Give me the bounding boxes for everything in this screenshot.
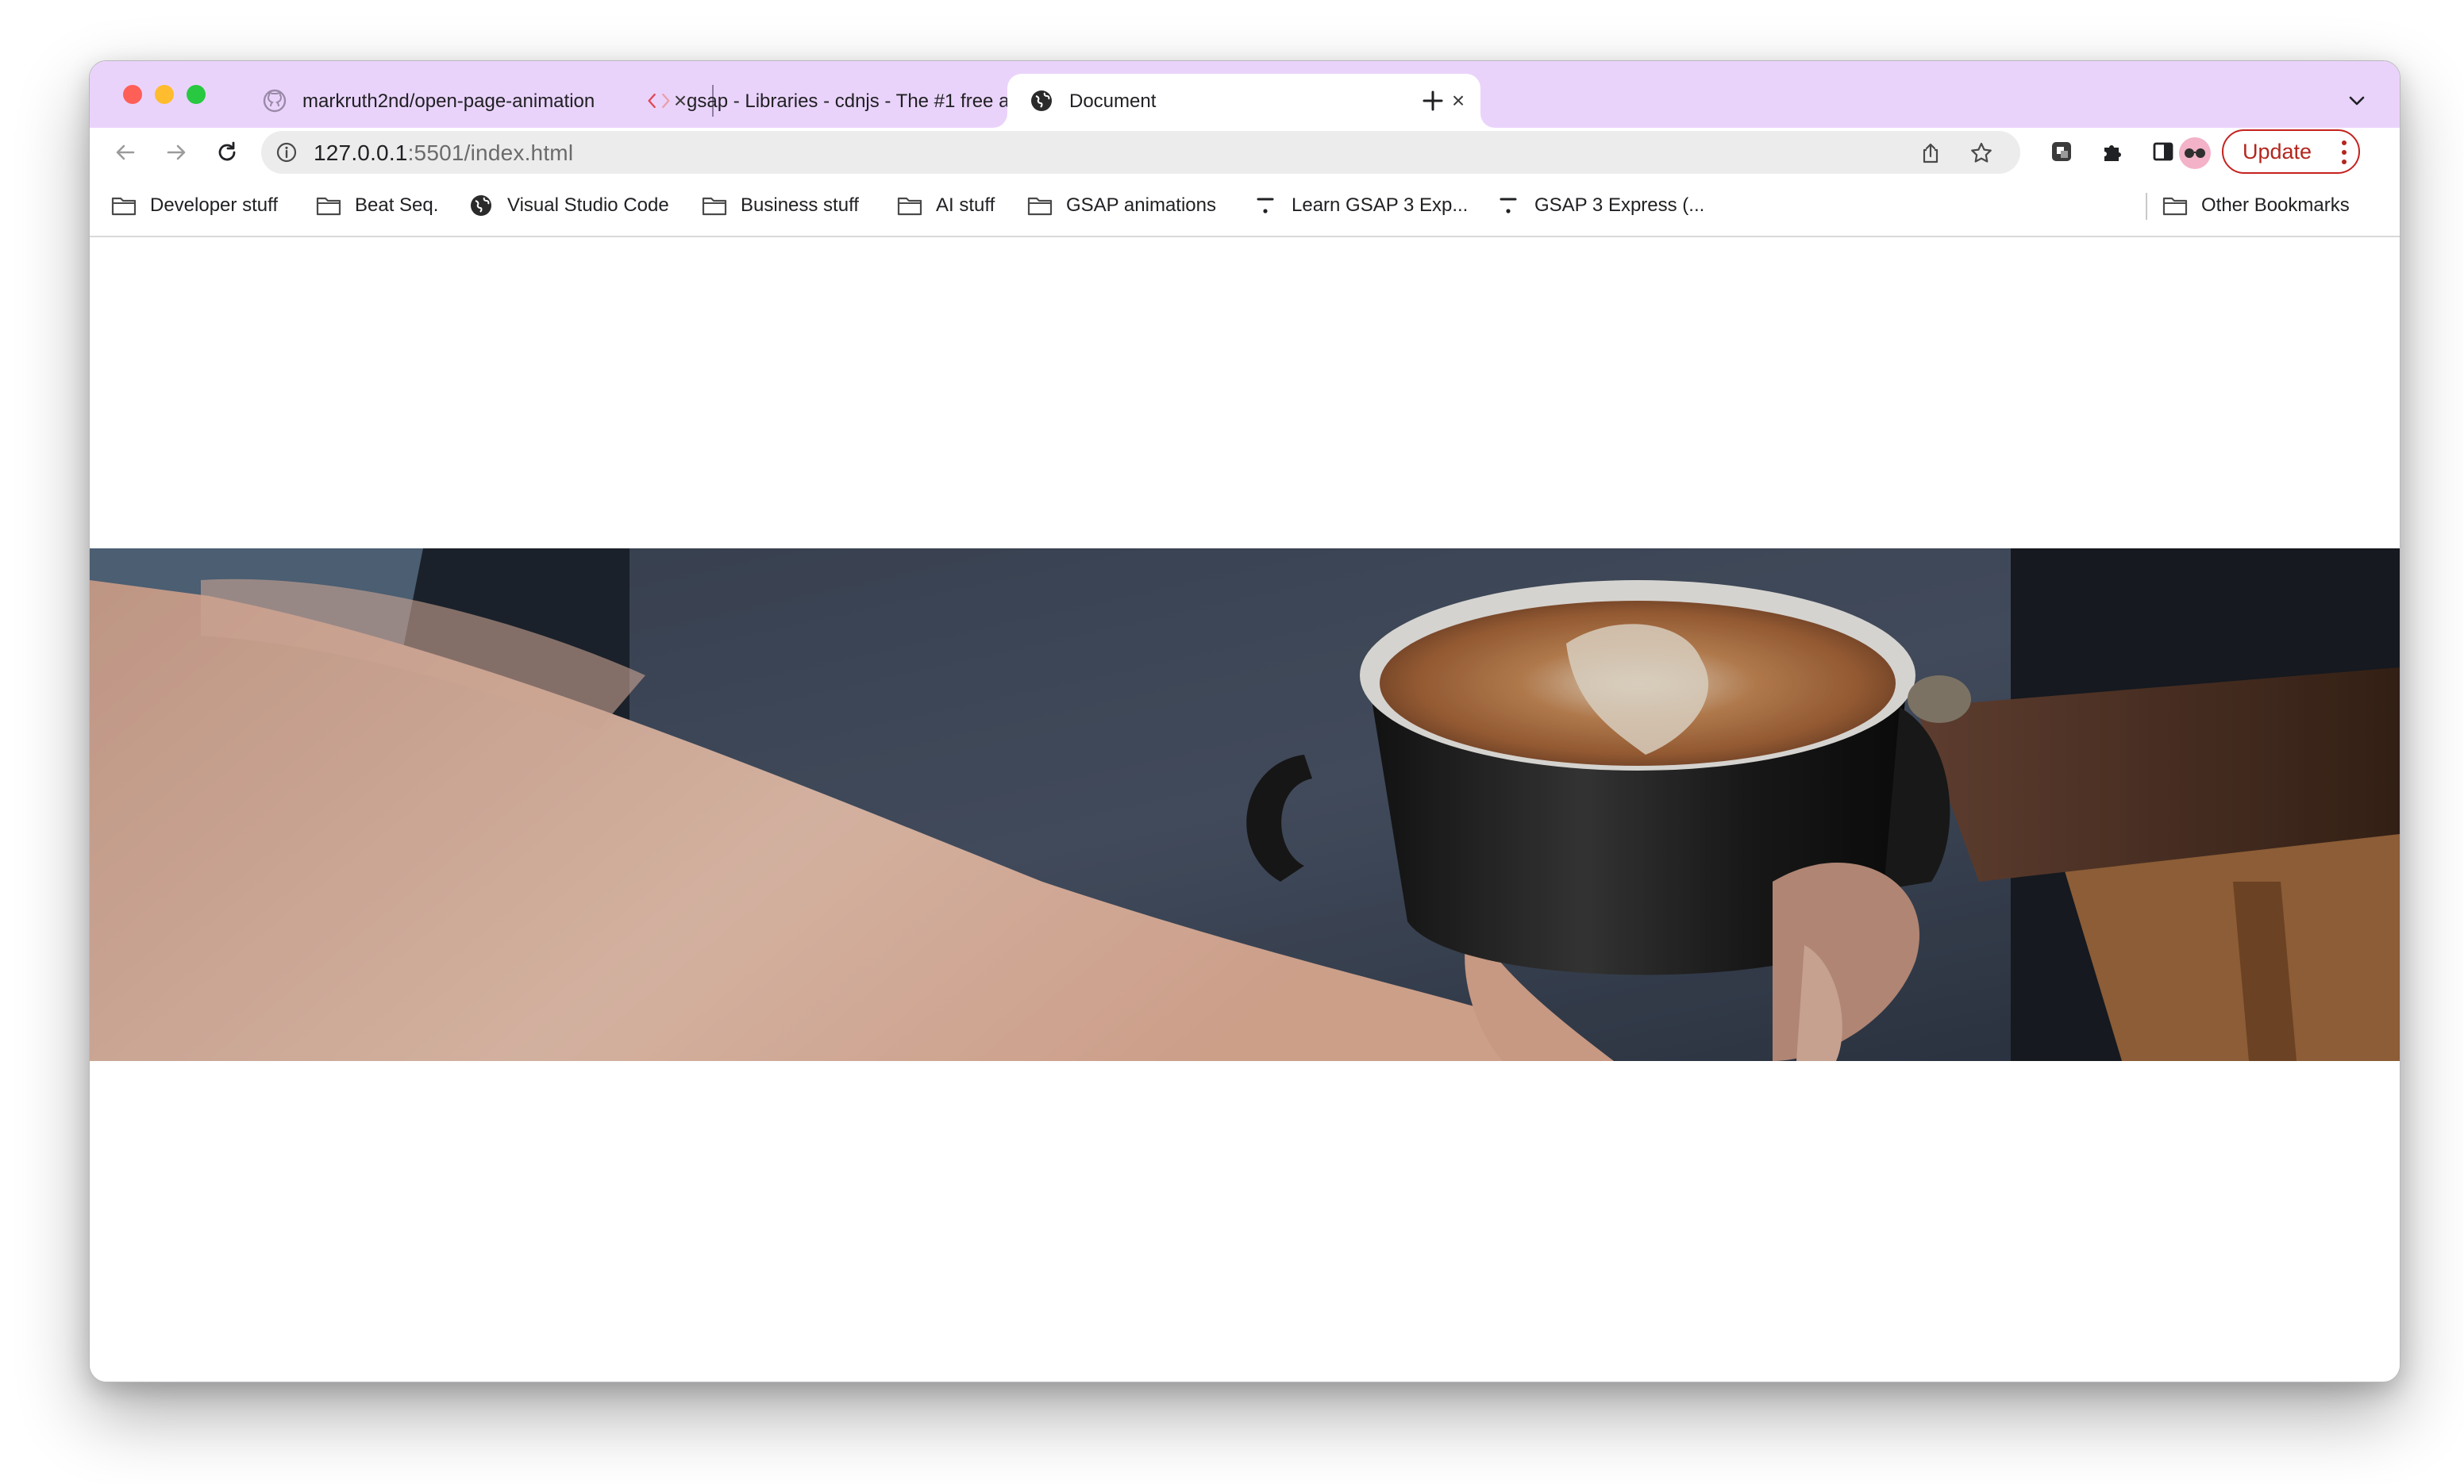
chevron-down-icon [2349,96,2365,106]
bookmarks-bar: Developer stuff Beat Seq. Visual Studio … [90,177,2400,237]
bookmark-ai-stuff[interactable]: AI stuff [896,188,995,223]
hero-image [90,548,2400,1061]
bookmark-visual-studio-code[interactable]: Visual Studio Code [468,188,669,223]
profile-avatar[interactable] [2179,137,2211,169]
share-icon[interactable] [1917,140,1944,167]
globe-icon [1030,89,1053,113]
arrow-left-icon [116,144,135,160]
tab-strip: markruth2nd/open-page-animation × gsap -… [90,61,2400,128]
folder-icon [110,194,137,217]
reload-icon [218,141,236,161]
sunglasses-icon [2185,148,2205,158]
more-vert-icon [2341,140,2347,164]
gsap-icon [1252,194,1279,217]
tab-title: gsap - Libraries - cdnjs - The #1 free a… [687,90,1047,112]
folder-icon [1026,194,1053,217]
address-bar[interactable]: 127.0.0.1:5501/index.html [261,131,2020,174]
tab-search-button[interactable] [2335,79,2379,123]
gsap-icon [1495,194,1522,217]
github-icon [263,89,287,113]
bookmark-developer-stuff[interactable]: Developer stuff [110,188,278,223]
bookmark-business-stuff[interactable]: Business stuff [701,188,859,223]
bookmark-learn-gsap[interactable]: Learn GSAP 3 Exp... [1252,188,1468,223]
folder-icon [701,194,728,217]
folder-icon [315,194,342,217]
code-brackets-icon [647,89,671,113]
new-tab-button[interactable] [1409,77,1457,125]
bookmarks-divider [2146,193,2147,220]
browser-window: markruth2nd/open-page-animation × gsap -… [89,60,2400,1382]
window-minimize-button[interactable] [155,85,174,104]
url-text: 127.0.0.1:5501/index.html [314,140,574,165]
bookmark-gsap-animations[interactable]: GSAP animations [1026,188,1216,223]
window-close-button[interactable] [123,85,142,104]
extension-icon[interactable] [2046,136,2077,167]
arrow-right-icon [167,144,186,160]
folder-icon [2162,194,2189,217]
folder-icon [896,194,923,217]
tab-title: markruth2nd/open-page-animation [302,90,595,112]
bookmark-gsap-express[interactable]: GSAP 3 Express (... [1495,188,1704,223]
globe-icon [468,194,495,217]
window-maximize-button[interactable] [187,85,206,104]
tab-title: Document [1069,90,1157,112]
reload-button[interactable] [207,133,247,172]
update-button[interactable]: Update [2222,129,2360,174]
bookmark-beat-seq[interactable]: Beat Seq. [315,188,438,223]
bookmark-star-icon[interactable] [1968,140,1995,167]
forward-button[interactable] [156,133,196,172]
bookmark-other-bookmarks[interactable]: Other Bookmarks [2162,188,2350,223]
back-button[interactable] [106,133,145,172]
plus-icon [1423,90,1443,111]
site-info-icon[interactable] [275,141,298,163]
page-viewport [90,237,2400,1382]
side-panel-icon[interactable] [2147,136,2179,167]
browser-toolbar: 127.0.0.1:5501/index.html Update [90,128,2400,177]
extensions-puzzle-icon[interactable] [2096,136,2128,167]
